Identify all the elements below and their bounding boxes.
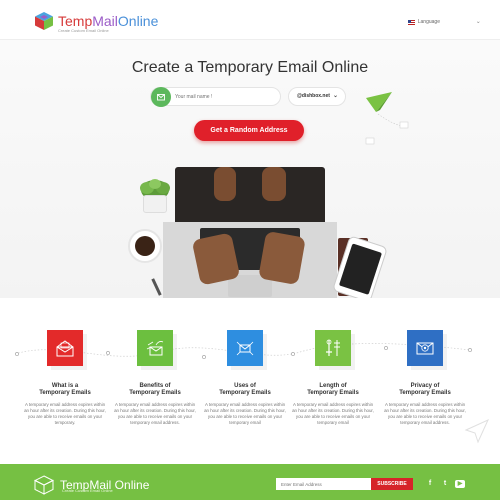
chevron-down-icon: ⌄ <box>332 93 338 99</box>
hand-top-left <box>214 167 236 201</box>
twitter-icon[interactable]: t <box>440 479 450 489</box>
feature-uses: Uses of Temporary Emails A temporary ema… <box>200 330 290 426</box>
feature-box <box>47 330 83 366</box>
feature-text: A temporary email address expires within… <box>292 402 374 425</box>
site-footer: TempMail Online Create Custom Email Onli… <box>0 464 500 500</box>
feature-text: A temporary email address expires within… <box>384 402 466 425</box>
get-random-address-button[interactable]: Get a Random Address <box>194 120 304 141</box>
feature-text: A temporary email address expires within… <box>114 402 196 425</box>
secure-mail-icon <box>416 342 434 355</box>
feature-title: What is a Temporary Emails <box>39 383 91 396</box>
cube-logo-icon <box>35 12 53 30</box>
feature-box <box>227 330 263 366</box>
envelope-icon <box>157 94 165 101</box>
footer-tagline: Create Custom Email Online <box>62 488 113 493</box>
open-envelope-icon <box>56 340 74 357</box>
language-label: Language <box>417 19 440 25</box>
mail-name-input[interactable] <box>175 91 275 103</box>
flying-mail-icon <box>146 341 164 356</box>
domain-value: @dishbox.net <box>297 93 330 99</box>
feature-title: Privacy of Temporary Emails <box>399 383 451 396</box>
mail-icon-button[interactable] <box>151 87 171 107</box>
logo-text: TempMailOnline <box>58 13 159 29</box>
feature-box <box>137 330 173 366</box>
right-hand <box>258 230 306 286</box>
feature-text: A temporary email address expires within… <box>24 402 106 425</box>
laptop-screen <box>175 167 325 222</box>
subscribe-email-input[interactable] <box>276 478 372 490</box>
features-section: What is a Temporary Emails A temporary e… <box>0 298 500 464</box>
facebook-icon[interactable]: f <box>425 479 435 489</box>
paper-plane-icon <box>365 92 409 145</box>
logo-tagline: Create Custom Email Online <box>58 28 109 33</box>
feature-box <box>315 330 351 366</box>
feature-benefits: Benefits of Temporary Emails A temporary… <box>110 330 200 426</box>
coffee <box>135 236 155 256</box>
site-header: TempMailOnline Create Custom Email Onlin… <box>0 0 500 40</box>
feature-title: Benefits of Temporary Emails <box>129 383 181 396</box>
feature-text: A temporary email address expires within… <box>204 402 286 425</box>
feature-what-is: What is a Temporary Emails A temporary e… <box>20 330 110 426</box>
language-selector[interactable]: Language ⌄ <box>407 19 481 25</box>
hand-top-right <box>262 167 286 201</box>
feature-title: Length of Temporary Emails <box>307 383 359 396</box>
envelope-network-icon <box>236 341 254 356</box>
plant-pot <box>143 195 167 213</box>
subscribe-button[interactable]: SUBSCRIBE <box>371 478 413 490</box>
paper-plane-outline-icon <box>464 418 490 444</box>
youtube-icon[interactable]: ▶ <box>455 480 465 488</box>
cube-logo-icon <box>34 475 54 495</box>
feature-title: Uses of Temporary Emails <box>219 383 271 396</box>
feature-length: Length of Temporary Emails A temporary e… <box>288 330 378 426</box>
domain-select[interactable]: @dishbox.net ⌄ <box>288 87 346 106</box>
mail-name-field[interactable] <box>150 87 281 107</box>
feature-privacy: Privacy of Temporary Emails A temporary … <box>380 330 470 426</box>
us-flag-icon <box>407 19 415 25</box>
feature-box <box>407 330 443 366</box>
page-title: Create a Temporary Email Online <box>131 59 369 76</box>
tools-icon <box>326 339 340 356</box>
chevron-down-icon: ⌄ <box>475 19 481 25</box>
